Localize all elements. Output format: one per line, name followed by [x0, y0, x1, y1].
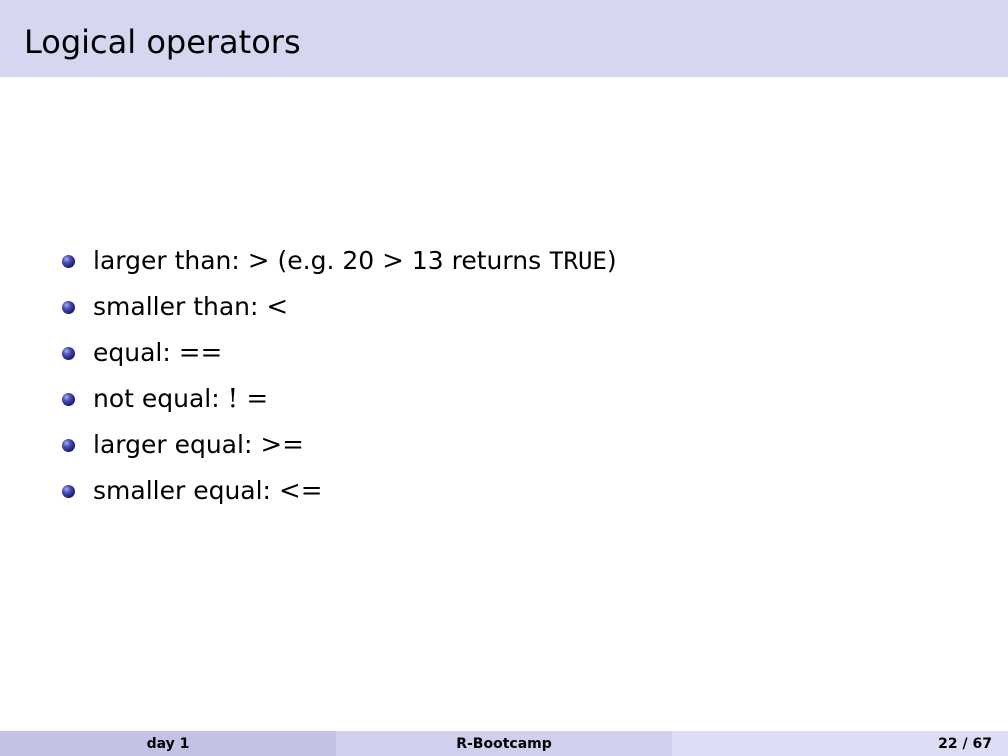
- list-item: smaller equal: <=: [60, 468, 617, 514]
- bullet-icon: [62, 484, 75, 498]
- page-number: 22 / 67: [938, 735, 992, 752]
- list-item-text: equal: ==: [93, 338, 222, 368]
- list-item-text: smaller than: <: [93, 292, 288, 322]
- list-item-text: not equal: ! =: [93, 384, 268, 414]
- bullet-icon: [62, 438, 75, 452]
- bullet-list: larger than: > (e.g. 20 > 13 returns TRU…: [60, 238, 617, 514]
- bullet-icon: [62, 254, 75, 268]
- footer-presentation-title: R-Bootcamp: [456, 735, 552, 752]
- operator-symbol: ==: [178, 338, 223, 368]
- list-item: larger equal: >=: [60, 422, 617, 468]
- operator-symbol: <=: [278, 476, 323, 506]
- bullet-icon: [62, 392, 75, 406]
- operator-symbol: <: [266, 292, 289, 322]
- example-prefix: (e.g. 20: [277, 246, 375, 275]
- operator-label: smaller than:: [93, 292, 259, 321]
- operator-label: not equal:: [93, 384, 220, 413]
- list-item-text: larger than: > (e.g. 20 > 13 returns TRU…: [93, 246, 617, 276]
- list-item: larger than: > (e.g. 20 > 13 returns TRU…: [60, 238, 617, 284]
- list-item-text: smaller equal: <=: [93, 476, 323, 506]
- operator-symbol: >=: [260, 430, 304, 460]
- footer-date-label: day 1: [146, 735, 190, 752]
- footer-section-center: R-Bootcamp: [336, 731, 672, 756]
- operator-label: smaller equal:: [93, 476, 271, 505]
- example-middle: 13 returns: [411, 246, 542, 275]
- footer: day 1 R-Bootcamp 22 / 67: [0, 731, 1008, 756]
- list-item: not equal: ! =: [60, 376, 617, 422]
- bullet-icon: [62, 346, 75, 360]
- operator-label: larger than:: [93, 246, 240, 275]
- page-title: Logical operators: [24, 23, 301, 61]
- footer-section-right: 22 / 67: [672, 731, 1008, 756]
- operator-label: equal:: [93, 338, 171, 367]
- example-value: TRUE: [549, 247, 607, 275]
- list-item: smaller than: <: [60, 284, 617, 330]
- example-suffix: ): [606, 246, 617, 275]
- operator-label: larger equal:: [93, 430, 253, 459]
- frame-title-bar: Logical operators: [0, 0, 1008, 77]
- list-item-text: larger equal: >=: [93, 430, 304, 460]
- operator-symbol: >: [247, 246, 270, 276]
- footer-section-left: day 1: [0, 731, 336, 756]
- example-operator: >: [382, 246, 404, 276]
- operator-symbol: ! =: [227, 384, 269, 414]
- bullet-icon: [62, 300, 75, 314]
- list-item: equal: ==: [60, 330, 617, 376]
